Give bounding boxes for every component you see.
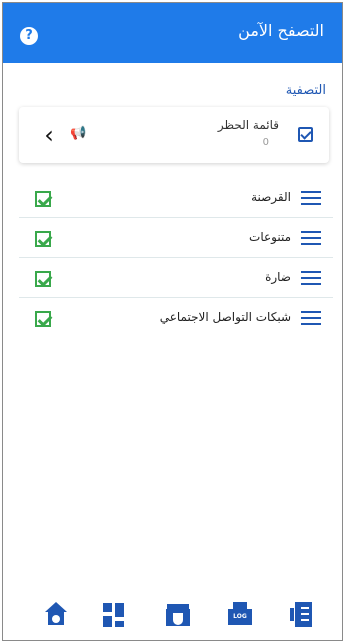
category-checkbox[interactable] <box>35 311 51 327</box>
category-label: ضارة <box>265 270 291 284</box>
category-item-piracy[interactable]: القرصنة <box>19 178 333 218</box>
log-icon[interactable]: LOG <box>227 602 253 628</box>
category-label: القرصنة <box>251 190 291 204</box>
blocklist-card[interactable]: قائمة الحظر 0 ‹ 📢 <box>19 107 329 163</box>
category-checkbox[interactable] <box>35 231 51 247</box>
blocklist-checkbox[interactable] <box>298 127 313 142</box>
category-item-harmful[interactable]: ضارة <box>19 258 333 298</box>
bottom-navigation: LOG <box>3 592 342 640</box>
category-list: القرصنة متنوعات ضارة شبكات التواصل الاجت… <box>19 178 333 338</box>
megaphone-icon: 📢 <box>70 126 87 141</box>
blocklist-count: 0 <box>262 137 269 148</box>
page-title: التصفح الآمن <box>238 21 324 40</box>
app-bar: التصفح الآمن ? <box>3 3 342 63</box>
drag-handle-icon[interactable] <box>301 191 321 205</box>
settings-list-icon[interactable] <box>289 602 315 628</box>
category-checkbox[interactable] <box>35 191 51 207</box>
blocklist-title: قائمة الحظر <box>217 118 279 132</box>
back-arrow-icon[interactable]: ‹ <box>37 123 61 147</box>
filtering-section-title: التصفية <box>285 83 326 98</box>
category-checkbox[interactable] <box>35 271 51 287</box>
category-item-social-networks[interactable]: شبكات التواصل الاجتماعي <box>19 298 333 338</box>
help-icon[interactable]: ? <box>20 27 38 45</box>
drag-handle-icon[interactable] <box>301 231 321 245</box>
home-icon[interactable] <box>43 602 69 628</box>
drag-handle-icon[interactable] <box>301 271 321 285</box>
category-label: شبكات التواصل الاجتماعي <box>159 310 291 324</box>
category-item-misc[interactable]: متنوعات <box>19 218 333 258</box>
category-label: متنوعات <box>249 230 291 244</box>
shield-folder-icon[interactable] <box>165 602 191 628</box>
drag-handle-icon[interactable] <box>301 311 321 325</box>
dashboard-icon[interactable] <box>102 602 128 628</box>
screen-frame: التصفح الآمن ? التصفية قائمة الحظر 0 ‹ 📢… <box>2 2 343 641</box>
